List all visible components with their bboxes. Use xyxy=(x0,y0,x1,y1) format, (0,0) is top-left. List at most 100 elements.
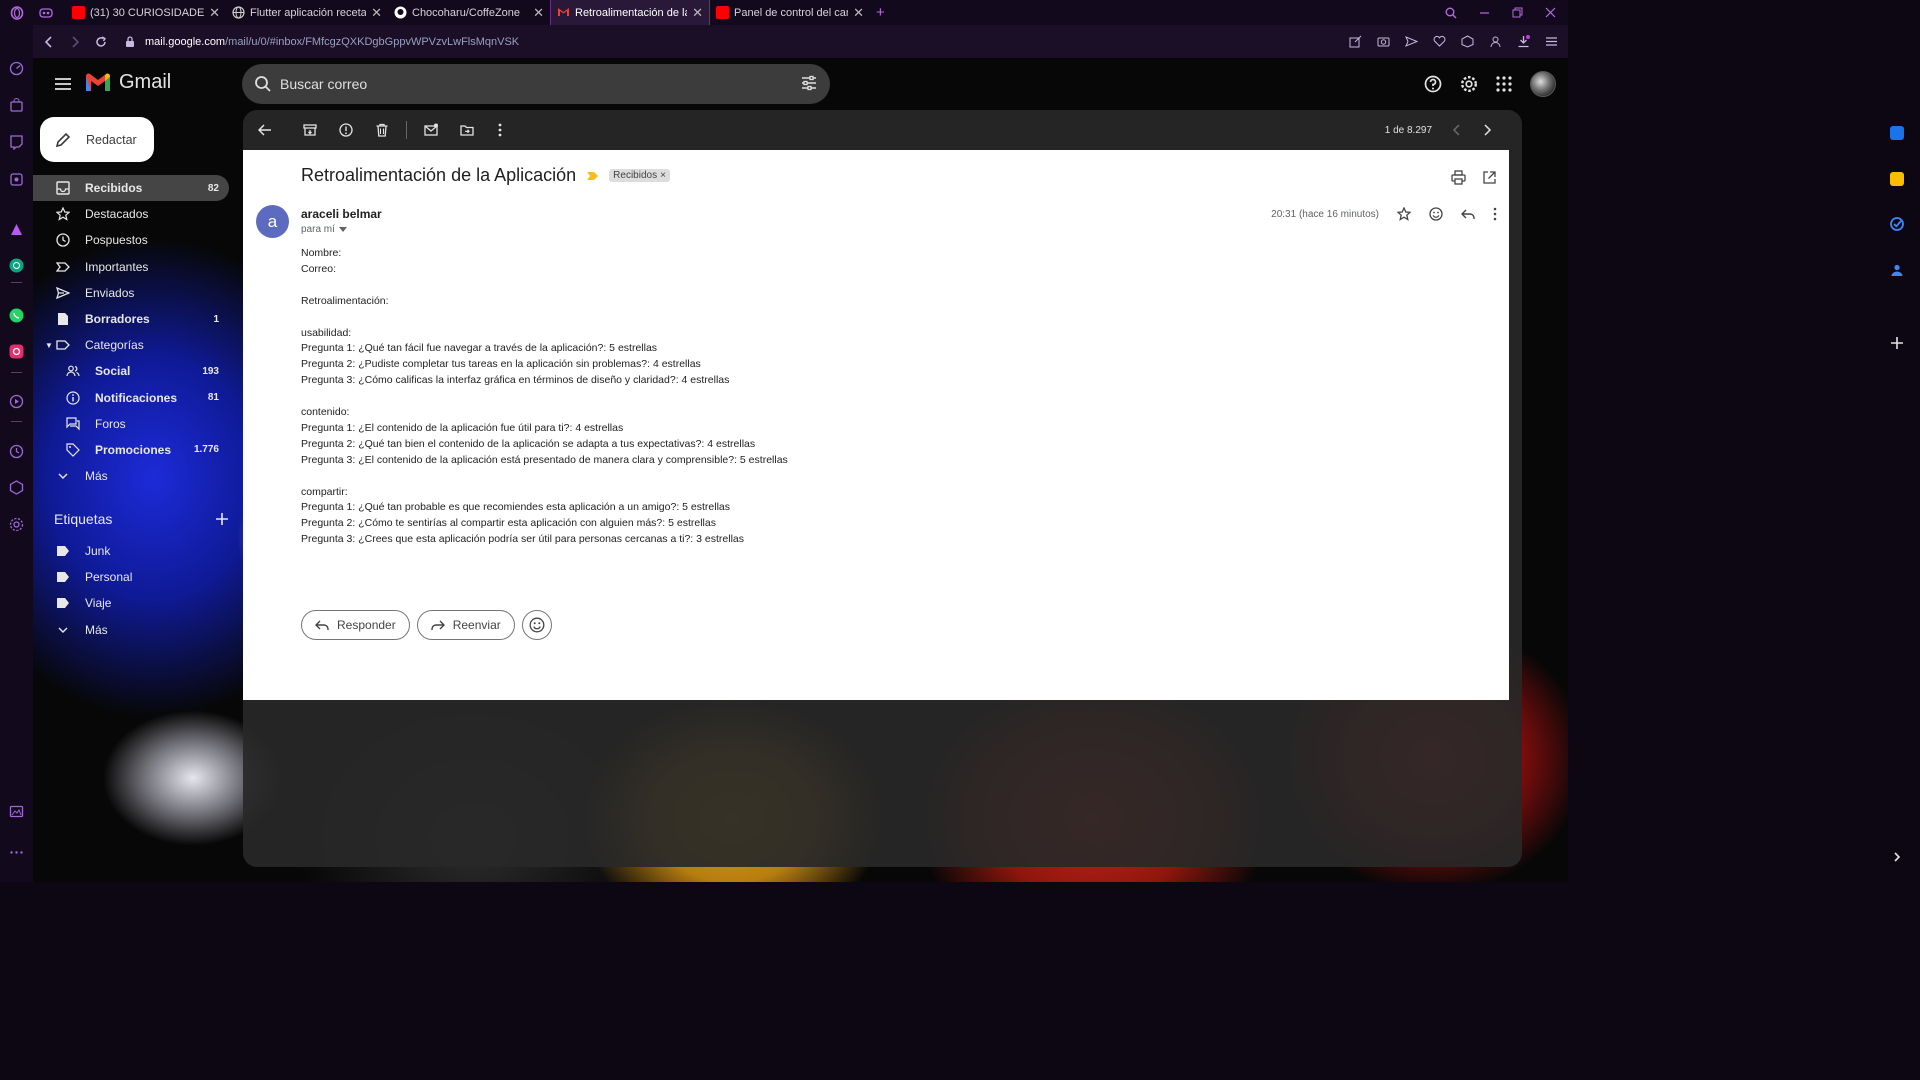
move-to-icon[interactable] xyxy=(459,122,475,138)
nav-item-promociones[interactable]: Promociones 1.776 xyxy=(33,437,229,463)
tab-close-icon[interactable]: ✕ xyxy=(853,5,864,21)
more-dots-icon[interactable] xyxy=(9,845,24,860)
restore-icon[interactable] xyxy=(1512,7,1523,18)
minimize-icon[interactable] xyxy=(1479,7,1490,18)
emoji-react-button[interactable] xyxy=(521,610,552,640)
compose-button[interactable]: Redactar xyxy=(40,117,154,162)
important-marker-icon[interactable] xyxy=(586,171,599,181)
recipient-row[interactable]: para mí xyxy=(301,224,347,235)
caret-down-icon[interactable] xyxy=(338,227,347,232)
speed-dial-icon[interactable] xyxy=(9,61,24,76)
opera-menu-icon[interactable] xyxy=(0,0,33,25)
report-spam-icon[interactable] xyxy=(338,122,354,138)
main-menu-icon[interactable] xyxy=(49,72,77,96)
menu-lines-icon[interactable] xyxy=(1545,35,1558,48)
emoji-icon[interactable] xyxy=(1429,207,1443,221)
camera-icon[interactable] xyxy=(1377,35,1390,48)
profile-icon[interactable] xyxy=(1489,35,1502,48)
tab-search-icon[interactable] xyxy=(1445,7,1457,19)
close-window-icon[interactable] xyxy=(1545,7,1556,18)
nav-item-mas[interactable]: Más xyxy=(33,463,229,489)
add-addon-icon[interactable] xyxy=(1890,336,1904,350)
nav-item-enviados[interactable]: Enviados xyxy=(33,280,229,306)
tab-flutter-recetas[interactable]: Flutter aplicación recetas ✕ xyxy=(226,0,388,25)
tab-github-coffezone[interactable]: Chocoharu/CoffeZone ✕ xyxy=(388,0,550,25)
nav-item-borradores[interactable]: Borradores 1 xyxy=(33,306,229,332)
remove-label-icon[interactable]: × xyxy=(660,170,666,181)
url-field[interactable]: mail.google.com/mail/u/0/#inbox/FMfcgzQX… xyxy=(125,36,519,48)
extensions-box-icon[interactable] xyxy=(9,480,24,495)
older-icon[interactable] xyxy=(1452,124,1462,136)
reload-icon[interactable] xyxy=(95,35,107,48)
labels-more[interactable]: Más xyxy=(33,617,229,643)
back-icon[interactable] xyxy=(43,35,55,48)
mark-unread-icon[interactable] xyxy=(423,122,439,138)
add-label-icon[interactable] xyxy=(215,512,229,526)
open-new-window-icon[interactable] xyxy=(1482,170,1497,185)
more-vert-icon[interactable] xyxy=(1493,207,1497,221)
newer-icon[interactable] xyxy=(1482,124,1492,136)
apps-grid-icon[interactable] xyxy=(1496,76,1512,92)
contacts-icon[interactable] xyxy=(1890,263,1904,277)
nav-item-destacados[interactable]: Destacados xyxy=(33,201,229,227)
wallpaper-icon[interactable] xyxy=(9,804,24,819)
instagram-icon[interactable] xyxy=(9,344,24,359)
reply-icon[interactable] xyxy=(1461,207,1475,221)
aria-icon[interactable] xyxy=(9,222,24,237)
player-icon[interactable] xyxy=(9,394,24,409)
inbox-label-chip[interactable]: Recibidos × xyxy=(609,169,670,182)
search-bar[interactable] xyxy=(242,64,830,104)
workspace-icon[interactable] xyxy=(9,172,24,187)
nav-item-recibidos[interactable]: Recibidos 82 xyxy=(33,175,229,202)
help-icon[interactable] xyxy=(1424,75,1442,93)
forward-button[interactable]: Reenviar xyxy=(416,610,515,640)
search-input[interactable] xyxy=(280,76,760,92)
star-icon[interactable] xyxy=(1397,207,1411,221)
tab-youtube-panel[interactable]: Panel de control del canal ✕ xyxy=(710,0,870,25)
twitch-icon[interactable] xyxy=(9,135,24,150)
shopping-icon[interactable] xyxy=(9,98,24,113)
keep-icon[interactable] xyxy=(1890,172,1904,186)
tasks-icon[interactable] xyxy=(1890,217,1904,231)
archive-icon[interactable] xyxy=(302,122,318,138)
caret-down-icon[interactable]: ▼ xyxy=(45,341,53,350)
back-arrow-icon[interactable] xyxy=(257,122,273,138)
expand-panel-icon[interactable] xyxy=(1890,850,1904,864)
download-icon[interactable] xyxy=(1517,35,1530,48)
lock-icon[interactable] xyxy=(125,36,135,47)
label-personal[interactable]: Personal xyxy=(33,564,229,590)
label-viaje[interactable]: Viaje xyxy=(33,590,229,616)
tab-youtube-curiosidades[interactable]: (31) 30 CURIOSIDADES FLI ✕ xyxy=(66,0,226,25)
account-avatar[interactable] xyxy=(1530,71,1556,97)
box-icon[interactable] xyxy=(1461,35,1474,48)
easy-setup-icon[interactable] xyxy=(1349,35,1362,48)
tab-close-icon[interactable]: ✕ xyxy=(692,5,703,21)
tab-close-icon[interactable]: ✕ xyxy=(209,5,220,21)
sender-name[interactable]: araceli belmar xyxy=(301,207,382,221)
heart-icon[interactable] xyxy=(1433,35,1446,48)
nav-item-categorias[interactable]: ▼ Categorías xyxy=(33,332,229,358)
whatsapp-icon[interactable] xyxy=(9,308,24,323)
tab-close-icon[interactable]: ✕ xyxy=(371,5,382,21)
search-icon[interactable] xyxy=(254,75,272,93)
send-icon[interactable] xyxy=(1405,35,1418,48)
search-options-icon[interactable] xyxy=(800,74,818,92)
sender-avatar[interactable]: a xyxy=(256,205,289,238)
settings-gear-icon[interactable] xyxy=(9,517,24,532)
label-junk[interactable]: Junk xyxy=(33,538,229,564)
nav-item-foros[interactable]: Foros xyxy=(33,411,229,437)
chatgpt-icon[interactable] xyxy=(9,258,24,273)
gmail-logo[interactable]: Gmail xyxy=(85,71,171,94)
reply-button[interactable]: Responder xyxy=(301,610,410,640)
delete-icon[interactable] xyxy=(374,122,390,138)
tab-gmail-active[interactable]: Retroalimentación de la Ap ✕ xyxy=(550,0,710,25)
new-tab-button[interactable]: + xyxy=(870,0,894,25)
forward-icon[interactable] xyxy=(69,35,81,48)
calendar-icon[interactable] xyxy=(1890,126,1904,140)
more-vert-icon[interactable] xyxy=(492,122,508,138)
tab-close-icon[interactable]: ✕ xyxy=(533,5,544,21)
tab-island-icon[interactable] xyxy=(33,0,66,25)
nav-item-importantes[interactable]: Importantes xyxy=(33,254,229,280)
settings-icon[interactable] xyxy=(1460,75,1478,93)
nav-item-social[interactable]: Social 193 xyxy=(33,358,229,384)
